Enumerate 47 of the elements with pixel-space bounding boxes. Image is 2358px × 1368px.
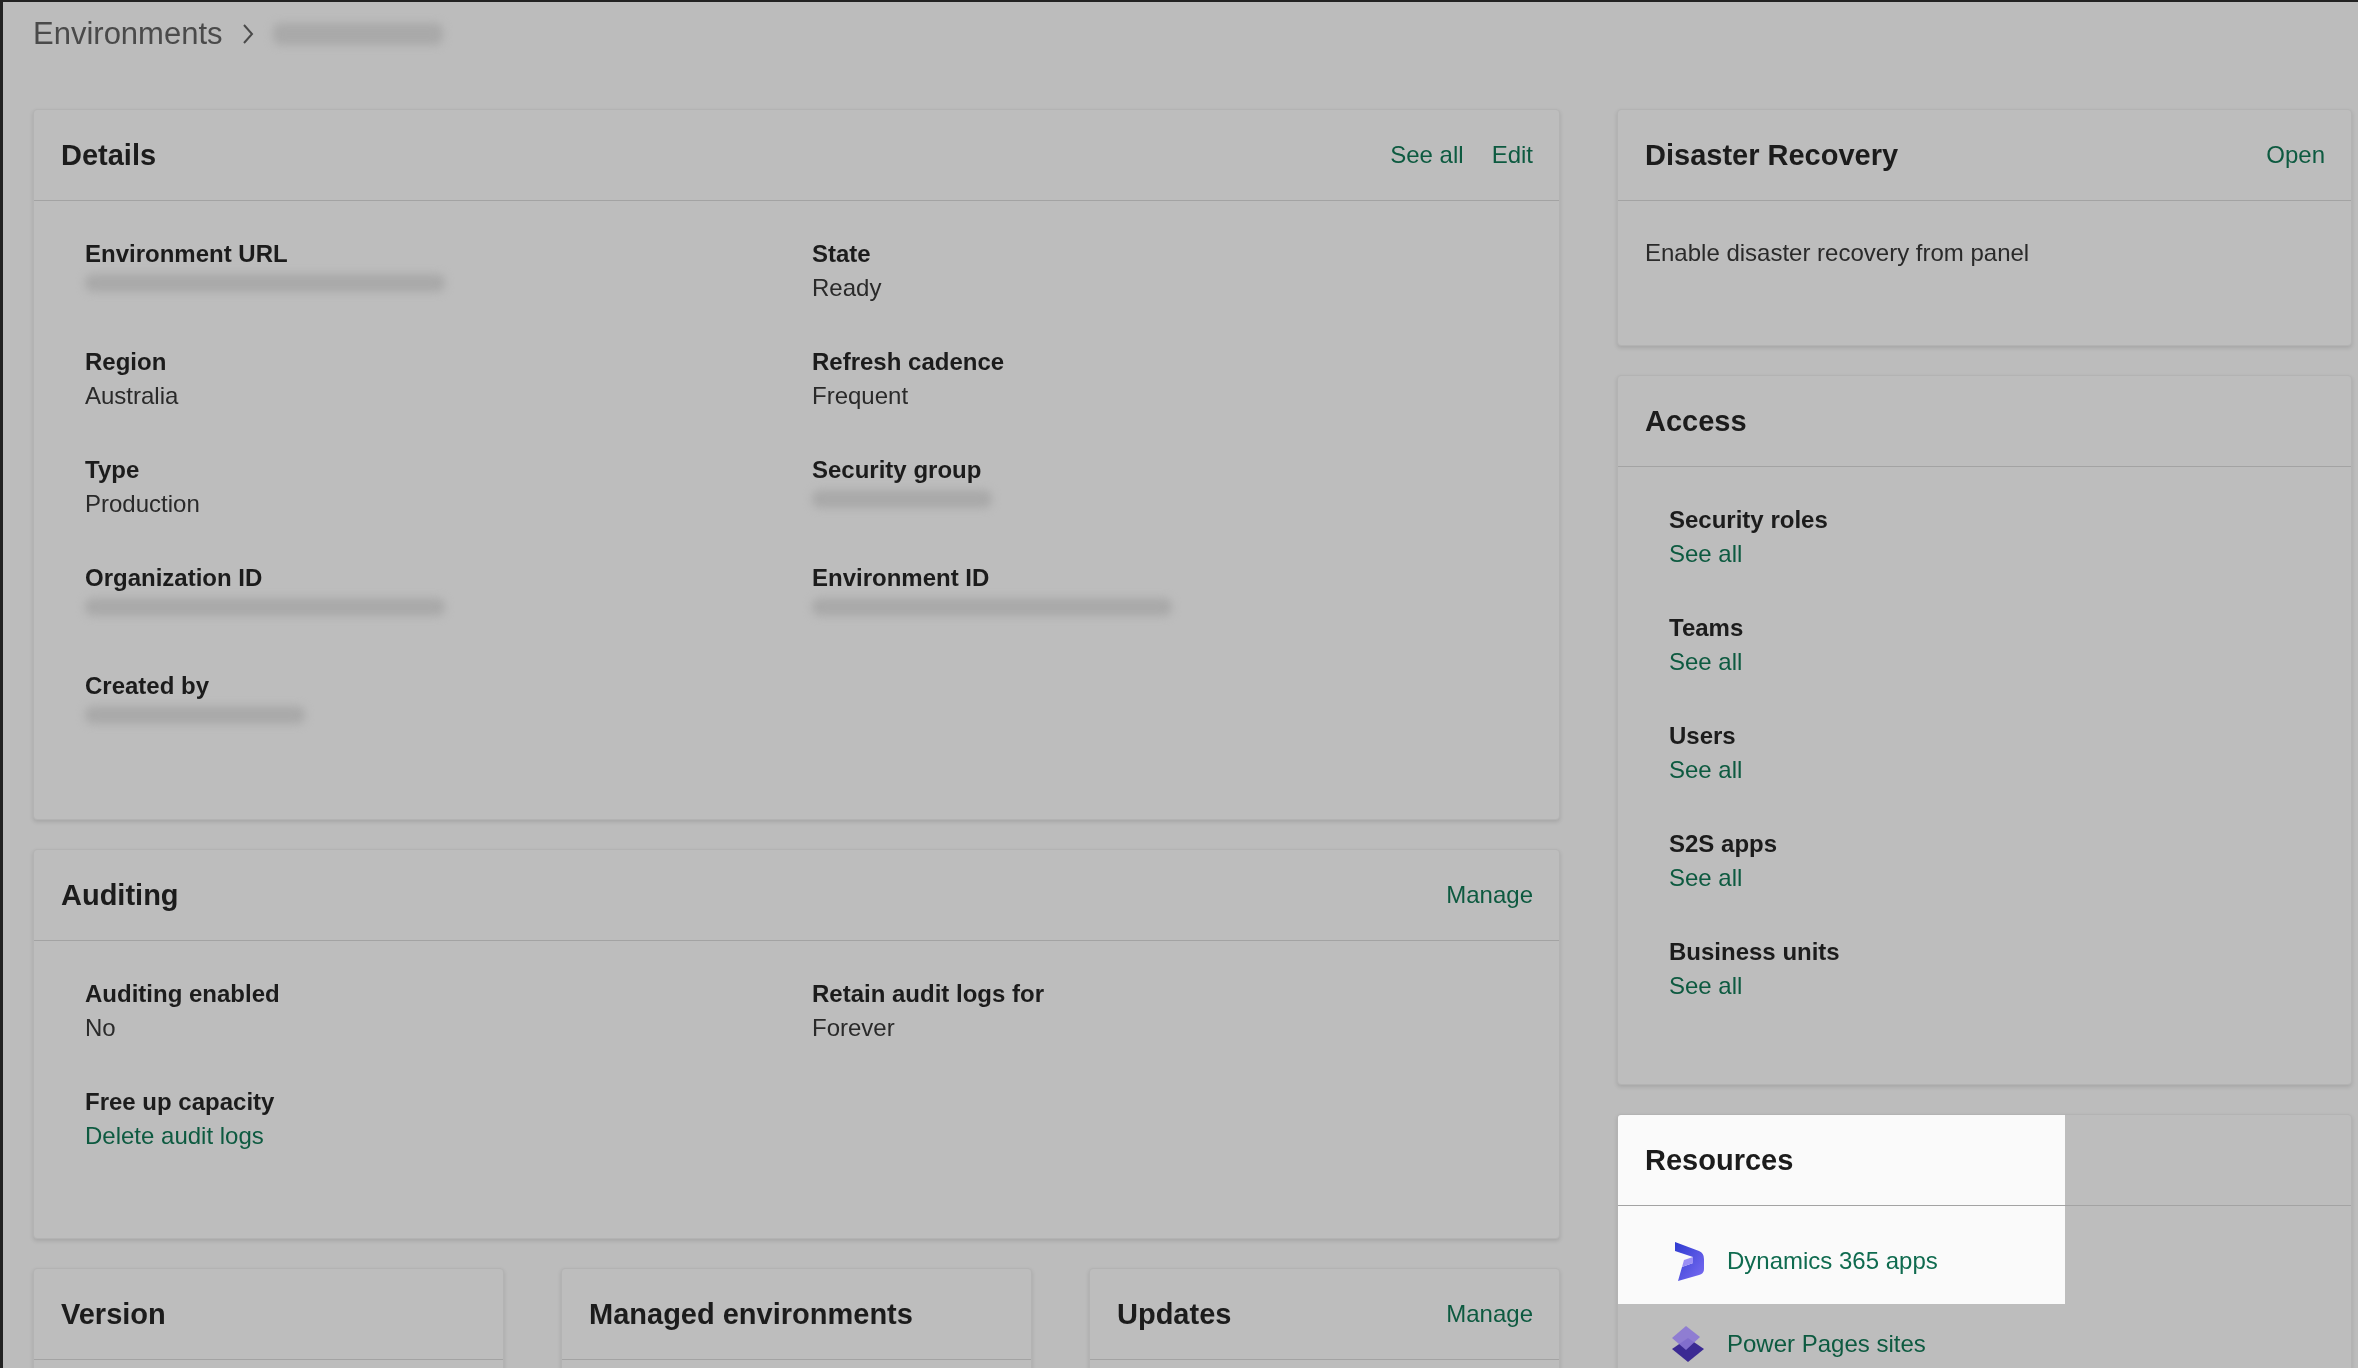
header-link[interactable]: See all [1390, 141, 1464, 169]
see-all-link[interactable]: See all [1669, 756, 2324, 784]
card-title: Auditing [61, 878, 179, 912]
field-value: Frequent [812, 382, 910, 410]
see-all-link[interactable]: See all [1669, 648, 2324, 676]
header-link[interactable]: Edit [1491, 141, 1533, 169]
field-label: Auditing enabled [85, 980, 281, 1008]
card-title: Managed environments [589, 1297, 913, 1331]
field-label: Security group [812, 456, 983, 484]
field-label: Retain audit logs for [812, 980, 1045, 1008]
chevron-right-icon [240, 23, 255, 45]
field-label: Created by [85, 672, 211, 700]
field-label: Region [85, 348, 168, 376]
field-label: Environment URL [85, 240, 289, 268]
card-title: Updates [1117, 1297, 1232, 1331]
card-title: Resources [1645, 1143, 1794, 1177]
card-title: Details [61, 138, 157, 172]
field-value: No [85, 1014, 117, 1042]
field-label: Organization ID [85, 564, 264, 592]
card-title: Access [1645, 404, 1747, 438]
card-title: Version [61, 1297, 166, 1331]
field-label: Type [85, 456, 141, 484]
field-value: Forever [812, 1014, 896, 1042]
field-label: Refresh cadence [812, 348, 1006, 376]
field-label: S2S apps [1669, 830, 1779, 858]
field-value: Ready [812, 274, 883, 302]
resource-link[interactable]: Dynamics 365 apps [1727, 1247, 1938, 1275]
field-label: Environment ID [812, 564, 991, 592]
field-label: State [812, 240, 872, 268]
header-link[interactable]: Manage [1446, 1300, 1533, 1328]
header-link[interactable]: Open [2266, 141, 2325, 169]
breadcrumb-link[interactable]: Environments [33, 16, 223, 52]
see-all-link[interactable]: See all [1669, 864, 2324, 892]
field-value: Australia [85, 382, 180, 410]
card-title: Disaster Recovery [1645, 138, 1899, 172]
header-link[interactable]: Manage [1446, 881, 1533, 909]
field-value: Production [85, 490, 201, 518]
field-link[interactable]: Delete audit logs [85, 1122, 812, 1150]
field-label: Users [1669, 722, 1737, 750]
resource-link[interactable]: Power Pages sites [1727, 1330, 1926, 1358]
field-label: Teams [1669, 614, 1745, 642]
card-text: Enable disaster recovery from panel [1644, 238, 2031, 268]
field-label: Business units [1669, 938, 1841, 966]
see-all-link[interactable]: See all [1669, 540, 2324, 568]
field-label: Security roles [1669, 506, 1829, 534]
see-all-link[interactable]: See all [1669, 972, 2324, 1000]
field-label: Free up capacity [85, 1088, 276, 1116]
